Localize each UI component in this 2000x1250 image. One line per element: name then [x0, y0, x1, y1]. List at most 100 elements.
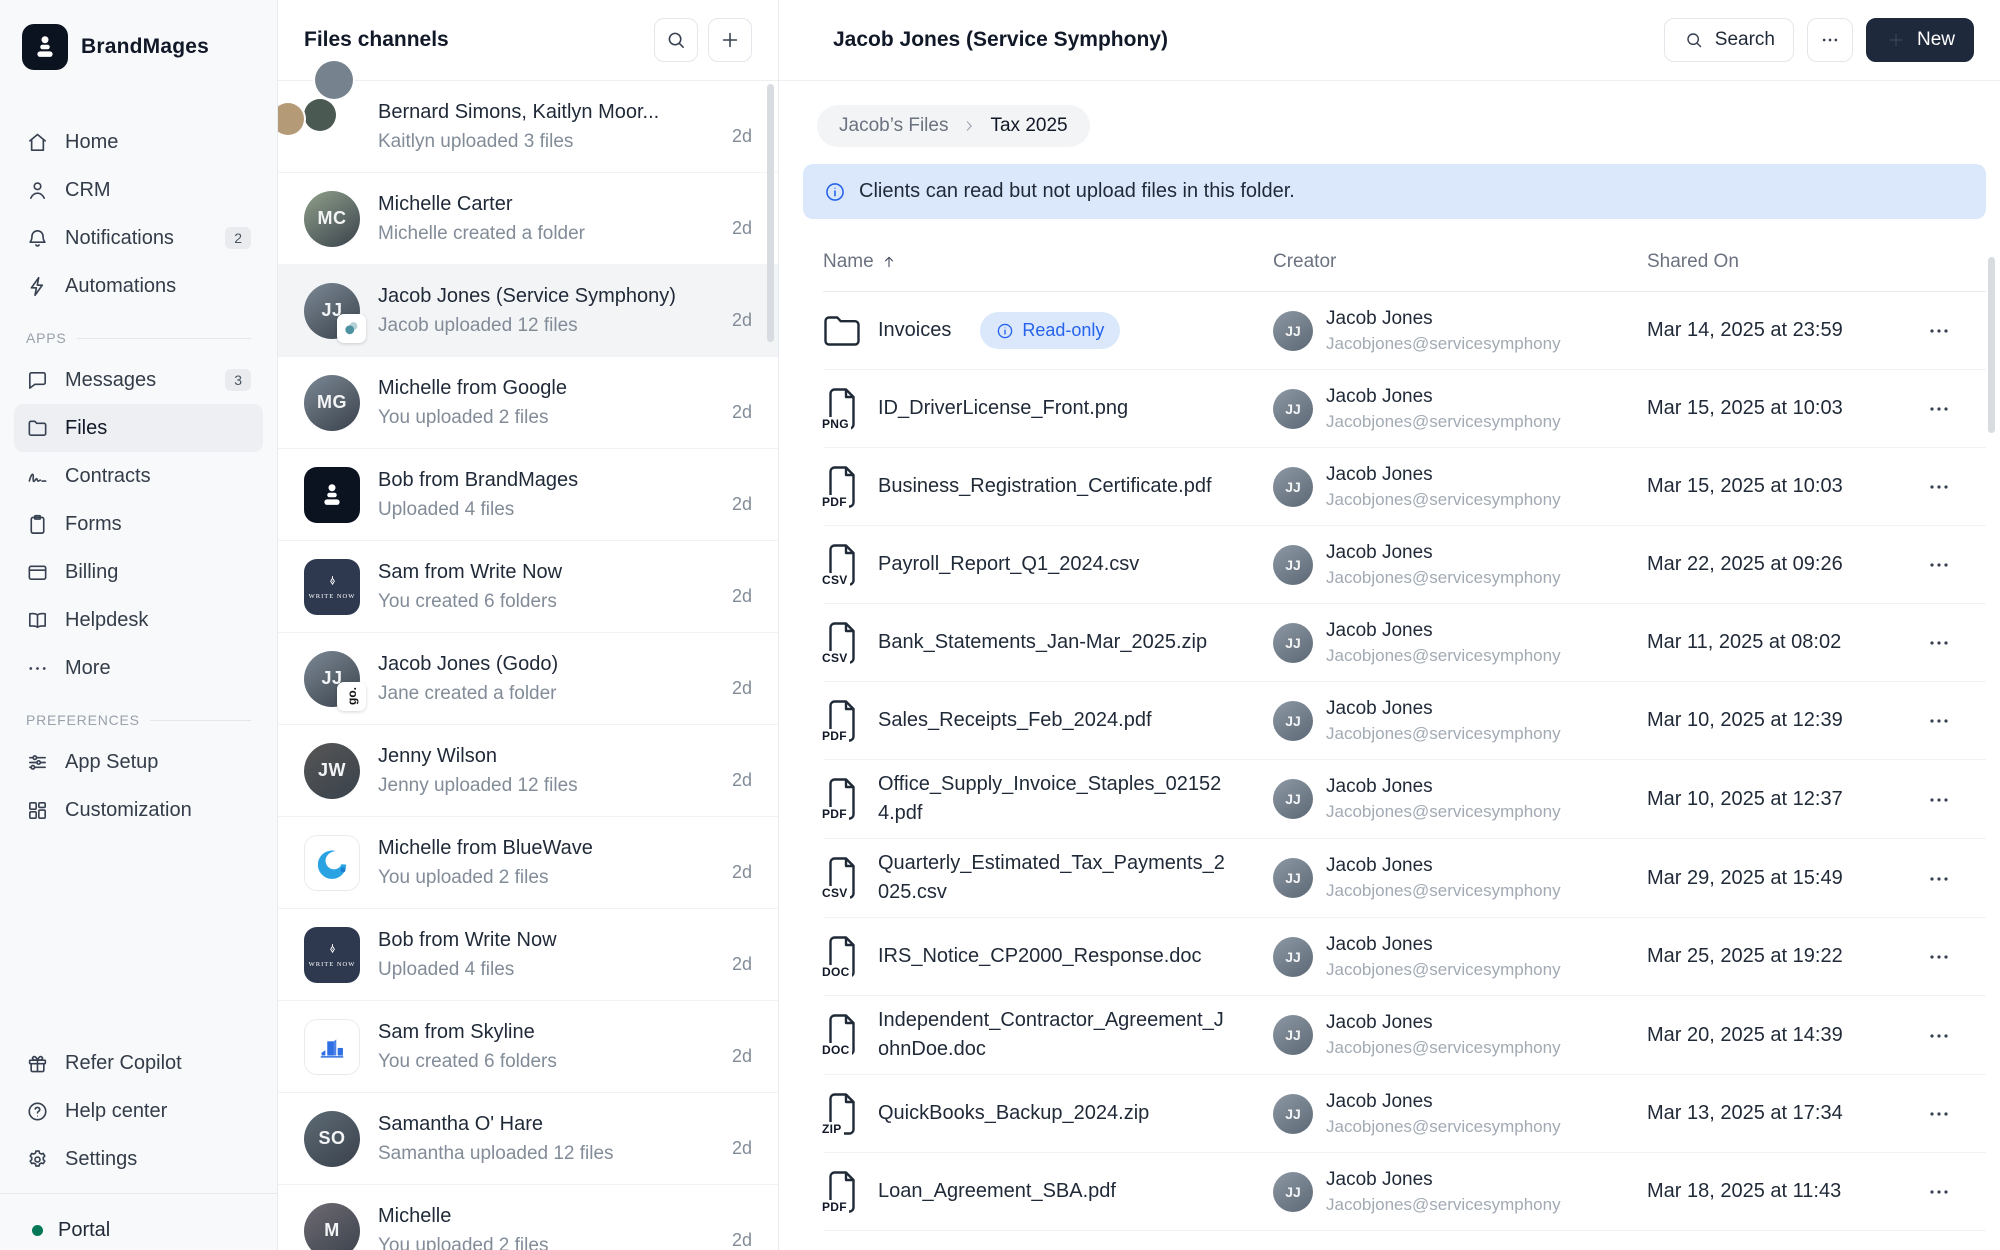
channel-subtitle: Jane created a folder [378, 683, 752, 705]
sidebar-item[interactable]: Settings [14, 1135, 263, 1183]
sidebar-item-icon [26, 275, 49, 298]
row-menu-button[interactable] [1927, 1024, 1986, 1047]
file-type-icon: DOC [823, 934, 861, 980]
sidebar-item[interactable]: Notifications 2 [14, 214, 263, 262]
sidebar-item[interactable]: Home [14, 118, 263, 166]
sidebar-item[interactable]: Help center [14, 1087, 263, 1135]
channel-timestamp: 2d [732, 310, 752, 331]
channel-list-item[interactable]: Bob from BrandMages Uploaded 4 files 2d [278, 449, 778, 541]
row-menu-button[interactable] [1927, 709, 1986, 732]
sidebar-item[interactable]: Automations [14, 262, 263, 310]
row-menu-button[interactable] [1927, 397, 1986, 420]
sidebar-item[interactable]: Helpdesk [14, 596, 263, 644]
sidebar-item-icon [26, 369, 49, 392]
main-scrollbar[interactable] [1988, 257, 1995, 433]
more-options-button[interactable] [1807, 18, 1853, 62]
row-menu-button[interactable] [1927, 631, 1986, 654]
row-menu-button[interactable] [1927, 319, 1986, 342]
table-row[interactable]: CSV Bank_Statements_Jan-Mar_2025.zip JJ … [823, 604, 1986, 682]
sidebar-item[interactable]: Forms [14, 500, 263, 548]
row-menu-button[interactable] [1927, 1102, 1986, 1125]
shared-on-date: Mar 10, 2025 at 12:39 [1647, 709, 1900, 732]
sidebar-item-label: Notifications [65, 227, 174, 250]
sidebar-item-icon [26, 1148, 49, 1171]
channel-list-item[interactable]: JJ Jacob Jones (Service Symphony) Jacob … [278, 265, 778, 357]
channels-scrollbar[interactable] [767, 84, 774, 342]
shared-on-date: Mar 11, 2025 at 08:02 [1647, 631, 1900, 654]
read-only-badge-label: Read-only [1022, 320, 1104, 341]
row-menu-button[interactable] [1927, 788, 1986, 811]
table-row[interactable]: CSV Payroll_Report_Q1_2024.csv JJ Jacob … [823, 526, 1986, 604]
channel-subtitle: You uploaded 2 files [378, 867, 752, 889]
table-row[interactable]: CSV Quarterly_Estimated_Tax_Payments_202… [823, 839, 1986, 918]
table-row[interactable]: PDF Business_Registration_Certificate.pd… [823, 448, 1986, 526]
channel-list-item[interactable]: Bernard Simons, Kaitlyn Moor... Kaitlyn … [278, 81, 778, 173]
sidebar-item[interactable]: Customization [14, 786, 263, 834]
sidebar-item[interactable]: Contracts [14, 452, 263, 500]
file-type-icon: PDF [823, 698, 861, 744]
table-row[interactable]: DOC IRS_Notice_CP2000_Response.doc JJ Ja… [823, 918, 1986, 996]
channel-list-item[interactable]: Sam from Skyline You created 6 folders 2… [278, 1001, 778, 1093]
channel-name: Michelle from Google [378, 377, 752, 400]
main-content: Jacob’s Files Tax 2025 Clients can read … [779, 81, 2000, 1250]
channel-text: Michelle You uploaded 2 files [378, 1205, 752, 1250]
sidebar-item-icon [26, 513, 49, 536]
table-body: Invoices Read-only JJ Jacob Jo [823, 292, 1986, 1231]
column-header-name[interactable]: Name [823, 251, 1273, 273]
sidebar-item[interactable]: More [14, 644, 263, 692]
divider [150, 720, 251, 721]
channel-list-item[interactable]: MG Michelle from Google You uploaded 2 f… [278, 357, 778, 449]
add-channel-button[interactable] [708, 18, 752, 62]
sidebar-nav-footer: Refer Copilot Help center Settings [14, 1039, 263, 1183]
channel-list-item[interactable]: JJgo. Jacob Jones (Godo) Jane created a … [278, 633, 778, 725]
channel-name: Jacob Jones (Godo) [378, 653, 752, 676]
table-row[interactable]: PNG ID_DriverLicense_Front.png JJ Jacob … [823, 370, 1986, 448]
table-row[interactable]: DOC Independent_Contractor_Agreement_Joh… [823, 996, 1986, 1075]
sidebar-item-label: Forms [65, 513, 122, 536]
channel-list-item[interactable]: M Michelle You uploaded 2 files 2d [278, 1185, 778, 1250]
info-banner: Clients can read but not upload files in… [803, 164, 1986, 219]
sidebar-item[interactable]: App Setup [14, 738, 263, 786]
channel-name: Sam from Write Now [378, 561, 752, 584]
creator-name: Jacob Jones [1326, 1169, 1561, 1191]
creator-email: Jacobjones@servicesymphony [1326, 724, 1561, 744]
channel-subtitle: You uploaded 2 files [378, 1235, 752, 1250]
row-menu-button[interactable] [1927, 1180, 1986, 1203]
row-menu-button[interactable] [1927, 945, 1986, 968]
chevron-right-icon [961, 118, 977, 134]
creator-avatar: JJ [1273, 779, 1313, 819]
row-menu-button[interactable] [1927, 475, 1986, 498]
channel-list-item[interactable]: MC Michelle Carter Michelle created a fo… [278, 173, 778, 265]
column-header-creator[interactable]: Creator [1273, 251, 1647, 273]
channel-text: Bernard Simons, Kaitlyn Moor... Kaitlyn … [378, 101, 752, 153]
sidebar-item[interactable]: Files [14, 404, 263, 452]
new-button[interactable]: New [1866, 18, 1974, 62]
breadcrumb-root[interactable]: Jacob’s Files [839, 115, 948, 137]
channel-list-item[interactable]: JW Jenny Wilson Jenny uploaded 12 files … [278, 725, 778, 817]
table-row[interactable]: Invoices Read-only JJ Jacob Jo [823, 292, 1986, 370]
table-row[interactable]: PDF Office_Supply_Invoice_Staples_021524… [823, 760, 1986, 839]
channel-name: Sam from Skyline [378, 1021, 752, 1044]
sidebar-item[interactable]: CRM [14, 166, 263, 214]
channel-list-item[interactable]: Michelle from BlueWave You uploaded 2 fi… [278, 817, 778, 909]
sidebar-item[interactable]: Refer Copilot [14, 1039, 263, 1087]
sidebar-item-label: More [65, 657, 111, 680]
table-row[interactable]: PDF Loan_Agreement_SBA.pdf JJ Jacob Jone… [823, 1153, 1986, 1231]
row-menu-button[interactable] [1927, 867, 1986, 890]
channel-list-item[interactable]: WRITE NOW Bob from Write Now Uploaded 4 … [278, 909, 778, 1001]
sidebar-item[interactable]: Messages 3 [14, 356, 263, 404]
creator-name: Jacob Jones [1326, 464, 1561, 486]
table-row[interactable]: ZIP QuickBooks_Backup_2024.zip JJ Jacob … [823, 1075, 1986, 1153]
table-row[interactable]: PDF Sales_Receipts_Feb_2024.pdf JJ Jacob… [823, 682, 1986, 760]
sort-ascending-icon [881, 254, 897, 270]
sidebar-item[interactable]: Billing [14, 548, 263, 596]
search-button[interactable]: Search [1664, 18, 1794, 62]
channel-list-item[interactable]: WRITE NOW Sam from Write Now You created… [278, 541, 778, 633]
row-menu-button[interactable] [1927, 553, 1986, 576]
portal-switcher[interactable]: Portal [0, 1193, 277, 1250]
plus-icon [719, 29, 742, 52]
name-cell: CSV Payroll_Report_Q1_2024.csv [823, 532, 1273, 598]
channel-list-item[interactable]: SO Samantha O' Hare Samantha uploaded 12… [278, 1093, 778, 1185]
column-header-shared-on[interactable]: Shared On [1647, 251, 1900, 273]
channel-search-button[interactable] [654, 18, 698, 62]
